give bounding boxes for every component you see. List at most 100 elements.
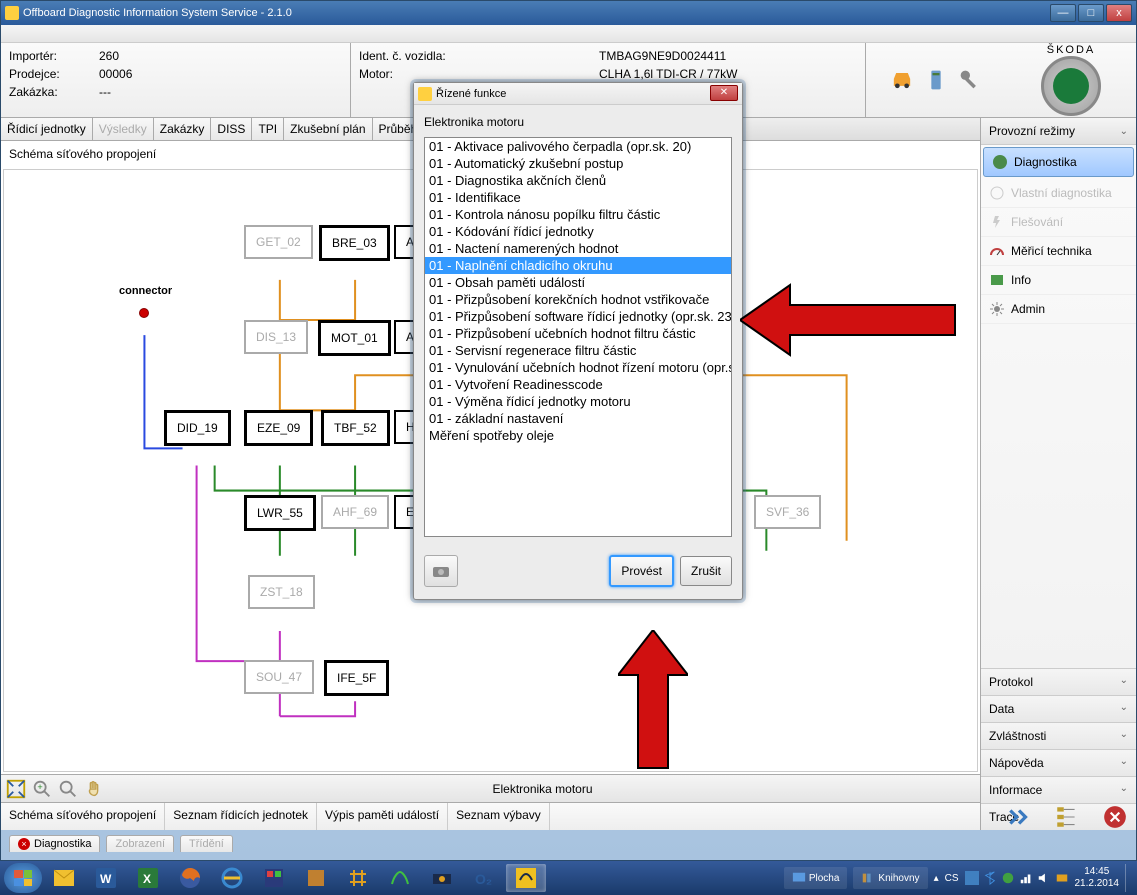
maximize-button[interactable]: □ [1078,4,1104,22]
execute-button[interactable]: Provést [609,555,674,587]
node-svf36[interactable]: SVF_36 [754,495,821,529]
taskbar-outlook[interactable] [44,864,84,892]
node-lwr55[interactable]: LWR_55 [244,495,316,531]
footer-tab-diagnostika[interactable]: ×Diagnostika [9,835,100,852]
tray-icon-1[interactable] [965,871,979,885]
taskbar-libraries[interactable]: Knihovny [853,867,927,889]
bluetooth-icon[interactable] [983,871,997,885]
tab-vypis[interactable]: Výpis paměti událostí [317,803,448,830]
lang-indicator[interactable]: CS [945,873,959,884]
list-item[interactable]: 01 - Kódování řídicí jednotky [425,223,731,240]
fit-icon[interactable] [5,778,27,800]
taskbar-excel[interactable]: X [128,864,168,892]
node-tbf52[interactable]: TBF_52 [321,410,390,446]
side-informace[interactable]: Informace⌄ [981,776,1136,803]
tab-zakazky[interactable]: Zakázky [154,118,212,140]
tab-tpi[interactable]: TPI [252,118,284,140]
tree-icon[interactable] [1054,804,1080,830]
tab-ridici[interactable]: Řídicí jednotky [1,118,93,140]
node-eze09[interactable]: EZE_09 [244,410,313,446]
tab-vysledky[interactable]: Výsledky [93,118,154,140]
node-dis13[interactable]: DIS_13 [244,320,308,354]
node-zst18[interactable]: ZST_18 [248,575,315,609]
side-protokol[interactable]: Protokol⌄ [981,668,1136,695]
node-ahf69[interactable]: AHF_69 [321,495,389,529]
taskbar-app4[interactable] [380,864,420,892]
taskbar-clock[interactable]: 14:45 21.2.2014 [1075,866,1120,890]
close-button[interactable]: x [1106,4,1132,22]
side-vlastni[interactable]: Vlastní diagnostika [981,179,1136,208]
taskbar-word[interactable]: W [86,864,126,892]
list-item[interactable]: 01 - Výměna řídicí jednotky motoru [425,393,731,410]
list-item[interactable]: 01 - Vynulování učebních hodnot řízení m… [425,359,731,376]
side-napoveda[interactable]: Nápověda⌄ [981,749,1136,776]
node-sou47[interactable]: SOU_47 [244,660,314,694]
tray-icons [965,871,1069,885]
hand-icon[interactable] [83,778,105,800]
tray-expand-icon[interactable]: ▴ [934,873,939,884]
list-item[interactable]: 01 - Kontrola nánosu popílku filtru část… [425,206,731,223]
camera-button[interactable] [424,555,458,587]
node-did19[interactable]: DID_19 [164,410,231,446]
dialog-close-button[interactable]: ✕ [710,85,738,101]
side-merici[interactable]: Měřicí technika [981,237,1136,266]
list-item[interactable]: 01 - Naplnění chladicího okruhu [425,257,731,274]
list-item[interactable]: 01 - Přizpůsobení učebních hodnot filtru… [425,325,731,342]
tab-vybava[interactable]: Seznam výbavy [448,803,550,830]
forward-icon[interactable] [1006,804,1032,830]
zoom-in-icon[interactable]: + [31,778,53,800]
tab-schema[interactable]: Schéma síťového propojení [1,803,165,830]
tab-zkusebni[interactable]: Zkušební plán [284,118,372,140]
list-item[interactable]: Měření spotřeby oleje [425,427,731,444]
taskbar-firefox[interactable] [170,864,210,892]
list-item[interactable]: 01 - Servisní regenerace filtru částic [425,342,731,359]
taskbar-engine1[interactable] [422,864,462,892]
list-item[interactable]: 01 - Automatický zkušební postup [425,155,731,172]
start-button[interactable] [4,863,42,893]
side-admin[interactable]: Admin [981,295,1136,324]
footer-tab-zobrazeni[interactable]: Zobrazení [106,835,174,852]
list-item[interactable]: 01 - Přizpůsobení software řídicí jednot… [425,308,731,325]
tab-seznam-jednotek[interactable]: Seznam řídicích jednotek [165,803,317,830]
taskbar-o2[interactable]: O₂ [464,864,504,892]
taskbar-app2[interactable] [296,864,336,892]
node-get02[interactable]: GET_02 [244,225,313,259]
volume-icon[interactable] [1037,871,1051,885]
list-item[interactable]: 01 - Vytvoření Readinesscode [425,376,731,393]
show-desktop-button[interactable] [1125,864,1133,892]
list-item[interactable]: 01 - Nactení namerených hodnot [425,240,731,257]
taskbar-odis[interactable] [506,864,546,892]
minimize-button[interactable]: — [1050,4,1076,22]
zoom-out-icon[interactable] [57,778,79,800]
network-icon[interactable] [1019,871,1033,885]
node-bre03[interactable]: BRE_03 [319,225,390,261]
cancel-icon[interactable] [1102,804,1128,830]
list-item[interactable]: 01 - Aktivace palivového čerpadla (opr.s… [425,138,731,155]
taskbar-app1[interactable] [254,864,294,892]
side-diagnostika[interactable]: Diagnostika [983,147,1134,177]
list-item[interactable]: 01 - Přizpůsobení korekčních hodnot vstř… [425,291,731,308]
list-item[interactable]: 01 - Obsah paměti událostí [425,274,731,291]
list-item[interactable]: 01 - základní nastavení [425,410,731,427]
side-data[interactable]: Data⌄ [981,695,1136,722]
cancel-button[interactable]: Zrušit [680,556,732,586]
tab-diss[interactable]: DISS [211,118,252,140]
side-info[interactable]: Info [981,266,1136,295]
node-ife5f[interactable]: IFE_5F [324,660,389,696]
taskbar-app3[interactable] [338,864,378,892]
taskbar-desktop[interactable]: Plocha [784,867,848,889]
side-zvlastnosti[interactable]: Zvláštnosti⌄ [981,722,1136,749]
node-mot01[interactable]: MOT_01 [318,320,391,356]
list-item[interactable]: 01 - Diagnostika akčních členů [425,172,731,189]
list-item[interactable]: 01 - Identifikace [425,189,731,206]
side-header-modes[interactable]: Provozní režimy⌄ [981,118,1136,145]
function-listbox[interactable]: 01 - Aktivace palivového čerpadla (opr.s… [424,137,732,537]
taskbar-ie[interactable] [212,864,252,892]
own-diag-icon [989,185,1005,201]
side-flesovani[interactable]: Flešování [981,208,1136,237]
tray-icon-6[interactable] [1055,871,1069,885]
footer-action-icons [1006,804,1128,830]
footer-tab-trideni[interactable]: Třídění [180,835,233,852]
tray-icon-3[interactable] [1001,871,1015,885]
close-x-icon[interactable]: × [18,838,30,850]
